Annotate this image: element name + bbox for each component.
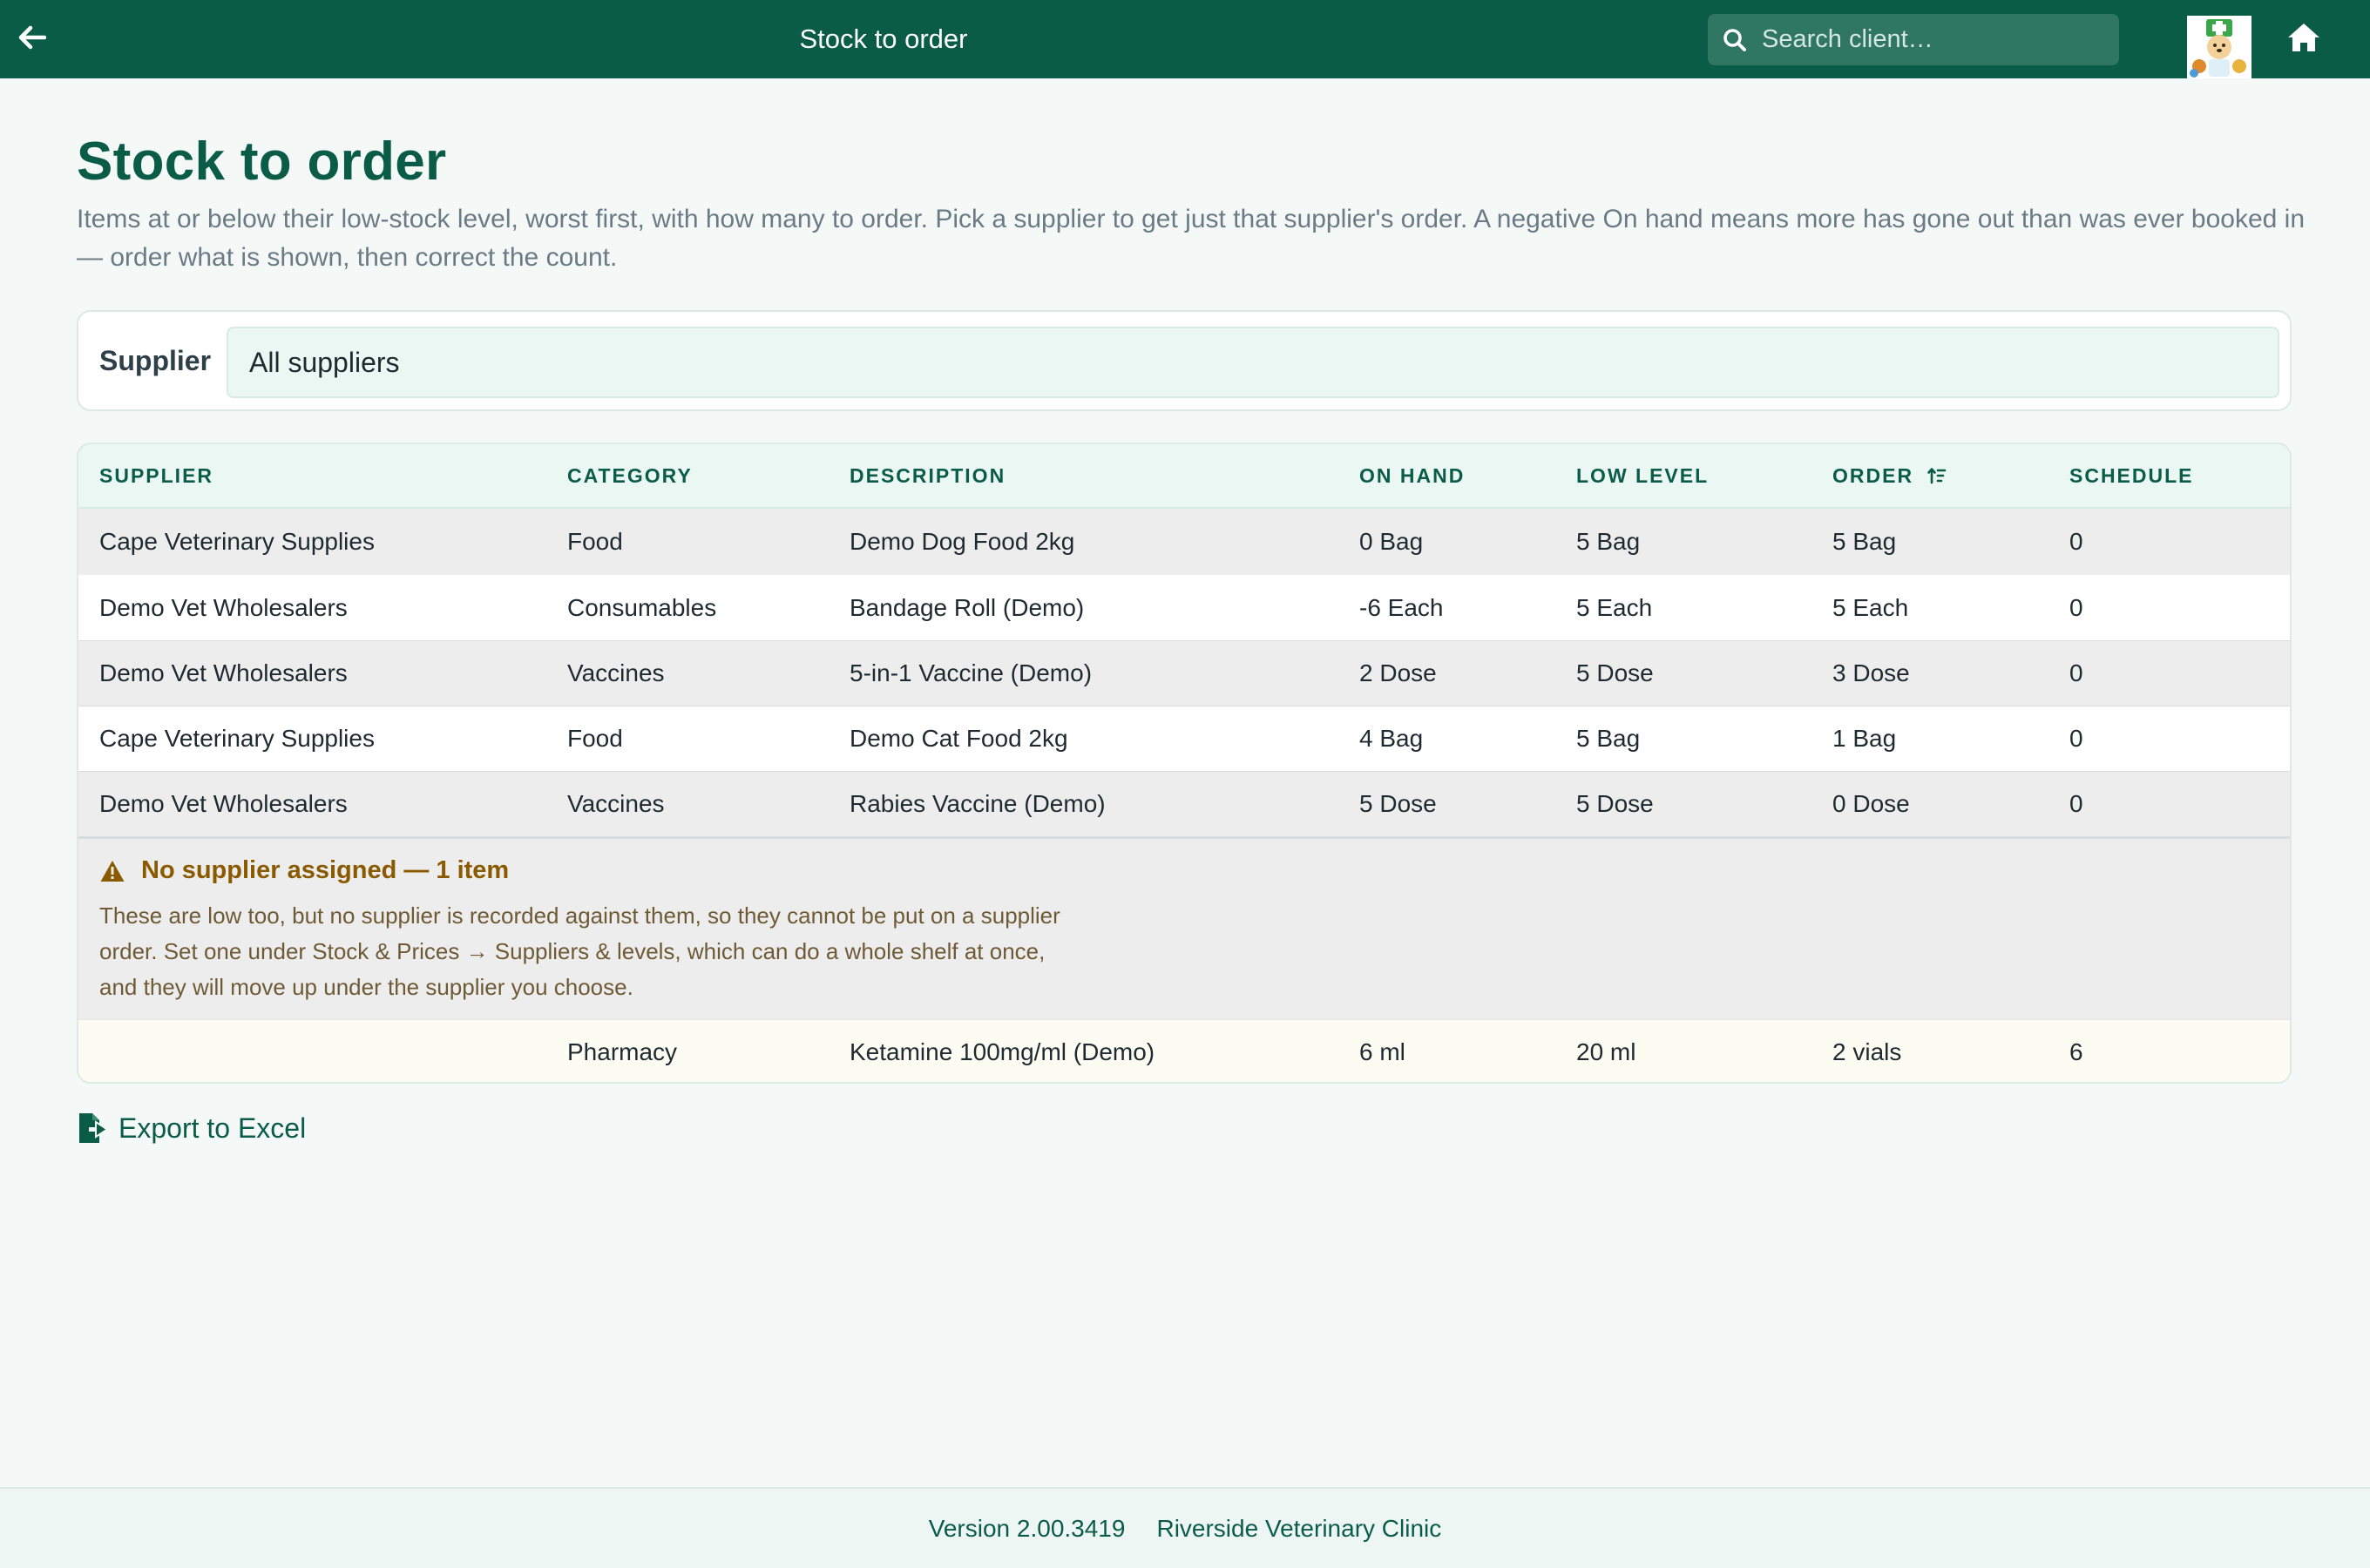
description-cell: 5-in-1 Vaccine (Demo)	[850, 659, 1093, 686]
column-header-order[interactable]: ORDER	[1832, 444, 1947, 507]
export-label: Export to Excel	[118, 1112, 307, 1144]
category-cell: Consumables	[567, 593, 717, 621]
page-description: Items at or below their low-stock level,…	[77, 205, 2306, 272]
description-cell: Demo Cat Food 2kg	[850, 725, 1068, 752]
category-cell: Food	[567, 528, 623, 555]
on-hand-cell: 5 Dose	[1359, 790, 1437, 817]
no-supplier-title-text: No supplier assigned — 1 item	[141, 856, 510, 884]
column-header-supplier[interactable]: SUPPLIER	[99, 444, 213, 507]
column-header-label: SCHEDULE	[2069, 463, 2194, 487]
clinic-name: Riverside Veterinary Clinic	[1156, 1514, 1442, 1542]
description-cell: Demo Dog Food 2kg	[850, 528, 1075, 555]
description-cell: Ketamine 100mg/ml (Demo)	[850, 1037, 1155, 1065]
supplier-cell: Demo Vet Wholesalers	[99, 593, 348, 621]
column-header-label: ORDER	[1832, 463, 1914, 487]
column-header-schedule[interactable]: SCHEDULE	[2069, 444, 2194, 507]
schedule-cell: 0	[2069, 593, 2083, 621]
on-hand-cell: 6 ml	[1359, 1037, 1405, 1065]
table-row[interactable]: Pharmacy Ketamine 100mg/ml (Demo) 6 ml 2…	[78, 1019, 2290, 1082]
category-cell: Vaccines	[567, 790, 665, 817]
column-header-label: DESCRIPTION	[850, 463, 1006, 487]
footer: Version 2.00.3419 Riverside Veterinary C…	[0, 1487, 2370, 1568]
on-hand-cell: 0 Bag	[1359, 528, 1424, 555]
order-cell: 2 vials	[1832, 1037, 1902, 1065]
clinic-logo[interactable]	[2187, 16, 2252, 78]
order-cell: 1 Bag	[1832, 725, 1897, 752]
table-header: SUPPLIER CATEGORY DESCRIPTION ON HAND LO…	[78, 444, 2290, 509]
no-supplier-notice: No supplier assigned — 1 item These are …	[78, 836, 2290, 1019]
order-cell: 0 Dose	[1832, 790, 1910, 817]
page-title: Stock to order	[77, 132, 447, 192]
warning-icon	[99, 859, 125, 883]
no-supplier-title: No supplier assigned — 1 item	[99, 856, 509, 885]
schedule-cell: 0	[2069, 790, 2083, 817]
table-row[interactable]: Demo Vet Wholesalers Consumables Bandage…	[78, 575, 2290, 640]
export-to-excel-link[interactable]: Export to Excel	[77, 1110, 306, 1146]
topbar-title: Stock to order	[799, 24, 968, 54]
low-level-cell: 5 Dose	[1576, 659, 1654, 686]
supplier-cell: Demo Vet Wholesalers	[99, 659, 348, 686]
schedule-cell: 0	[2069, 528, 2083, 555]
search-icon	[1722, 27, 1748, 53]
column-header-label: SUPPLIER	[99, 463, 214, 487]
column-header-label: CATEGORY	[567, 463, 693, 487]
on-hand-cell: 2 Dose	[1359, 659, 1437, 686]
supplier-filter-label: Supplier	[99, 345, 212, 376]
category-cell: Vaccines	[567, 659, 665, 686]
description-cell: Rabies Vaccine (Demo)	[850, 790, 1106, 817]
supplier-select[interactable]: All suppliers	[227, 327, 2279, 398]
order-cell: 5 Bag	[1832, 528, 1897, 555]
on-hand-cell: -6 Each	[1359, 593, 1444, 621]
order-cell: 5 Each	[1832, 593, 1909, 621]
on-hand-cell: 4 Bag	[1359, 725, 1424, 752]
supplier-cell: Cape Veterinary Supplies	[99, 528, 375, 555]
schedule-cell: 0	[2069, 659, 2083, 686]
column-header-low-level[interactable]: LOW LEVEL	[1576, 444, 1709, 507]
table-row[interactable]: Cape Veterinary Supplies Food Demo Cat F…	[78, 706, 2290, 771]
supplier-cell: Demo Vet Wholesalers	[99, 790, 348, 817]
order-cell: 3 Dose	[1832, 659, 1910, 686]
low-level-cell: 5 Each	[1576, 593, 1653, 621]
supplier-cell: Cape Veterinary Supplies	[99, 725, 375, 752]
category-cell: Pharmacy	[567, 1037, 678, 1065]
top-bar: Stock to order	[0, 0, 2370, 78]
home-icon	[2286, 22, 2321, 57]
low-level-cell: 20 ml	[1576, 1037, 1636, 1065]
stock-table: SUPPLIER CATEGORY DESCRIPTION ON HAND LO…	[77, 443, 2292, 1084]
column-header-category[interactable]: CATEGORY	[567, 444, 693, 507]
search-input[interactable]	[1760, 24, 2112, 55]
sort-icon[interactable]	[1927, 467, 1947, 484]
low-level-cell: 5 Dose	[1576, 790, 1654, 817]
version-text: Version 2.00.3419	[928, 1514, 1126, 1542]
low-level-cell: 5 Bag	[1576, 725, 1641, 752]
schedule-cell: 0	[2069, 725, 2083, 752]
file-export-icon	[77, 1112, 108, 1144]
home-button[interactable]	[2283, 19, 2325, 59]
column-header-description[interactable]: DESCRIPTION	[850, 444, 1006, 507]
client-search[interactable]	[1708, 14, 2119, 65]
no-supplier-text: These are low too, but no supplier is re…	[99, 902, 1060, 1000]
low-level-cell: 5 Bag	[1576, 528, 1641, 555]
table-row[interactable]: Cape Veterinary Supplies Food Demo Dog F…	[78, 509, 2290, 575]
column-header-label: ON HAND	[1359, 463, 1466, 487]
column-header-label: LOW LEVEL	[1576, 463, 1710, 487]
supplier-filter: Supplier All suppliers	[77, 310, 2292, 411]
table-row[interactable]: Demo Vet Wholesalers Vaccines 5-in-1 Vac…	[78, 640, 2290, 706]
schedule-cell: 6	[2069, 1037, 2083, 1065]
column-header-on-hand[interactable]: ON HAND	[1359, 444, 1465, 507]
table-row[interactable]: Demo Vet Wholesalers Vaccines Rabies Vac…	[78, 771, 2290, 836]
description-cell: Bandage Roll (Demo)	[850, 593, 1085, 621]
category-cell: Food	[567, 725, 623, 752]
